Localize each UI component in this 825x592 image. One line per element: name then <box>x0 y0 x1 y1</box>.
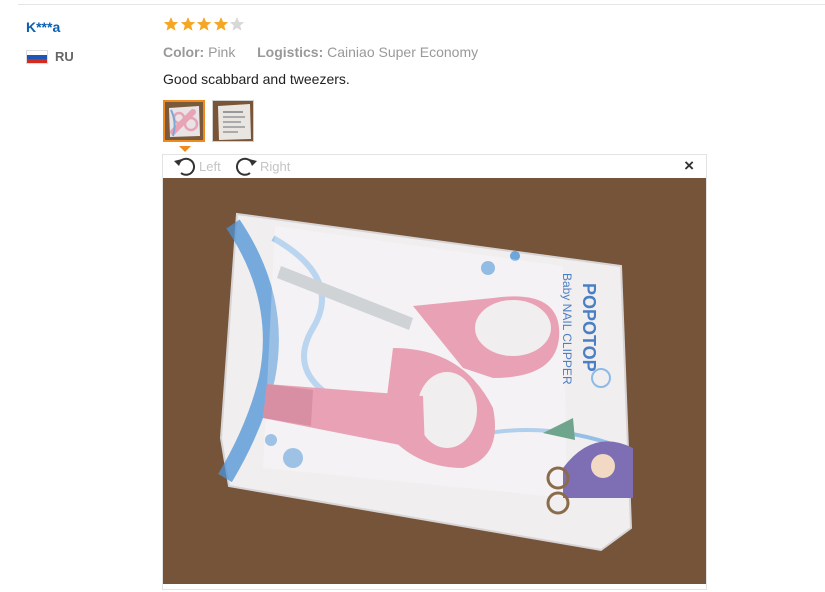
rotate-right-button[interactable]: Right <box>234 155 290 177</box>
rotate-left-label: Left <box>199 158 221 174</box>
top-divider <box>18 4 825 5</box>
star-icon <box>229 17 245 31</box>
rotate-right-icon <box>235 157 257 176</box>
star-icon <box>180 17 195 31</box>
reviewer-name[interactable]: K***a <box>26 19 60 35</box>
review-text: Good scabbard and tweezers. <box>163 71 350 87</box>
reviewer-country: RU <box>26 49 74 64</box>
package-brand-text: POPOTOP <box>579 283 599 372</box>
russia-flag-icon <box>26 49 48 64</box>
package-product-text: Baby NAIL CLIPPER <box>560 273 574 385</box>
rotate-left-icon <box>174 157 196 176</box>
logistics-value: Cainiao Super Economy <box>327 44 479 60</box>
close-viewer-button[interactable]: × <box>684 157 694 175</box>
photo-thumbnails <box>163 100 254 142</box>
star-icon <box>196 17 212 31</box>
star-icon <box>163 17 179 31</box>
country-code: RU <box>55 49 74 64</box>
photo-viewer: Left Right × POPOTOP Baby NAIL CLIPPER <box>162 154 707 590</box>
color-value: Pink <box>208 44 236 60</box>
viewer-toolbar: Left Right × <box>163 155 706 178</box>
photo-thumbnail-2[interactable] <box>212 100 254 142</box>
logistics-label: Logistics: <box>257 44 324 60</box>
rotate-right-label: Right <box>260 158 291 174</box>
photo-thumbnail-1[interactable] <box>163 100 205 142</box>
color-label: Color: <box>163 44 205 60</box>
active-thumbnail-caret <box>179 146 191 152</box>
review-attributes: Color: Pink Logistics: Cainiao Super Eco… <box>163 44 478 60</box>
star-rating <box>163 16 246 32</box>
review-photo: POPOTOP Baby NAIL CLIPPER <box>163 178 706 584</box>
rotate-left-button[interactable]: Left <box>173 155 221 177</box>
star-icon <box>213 17 228 31</box>
